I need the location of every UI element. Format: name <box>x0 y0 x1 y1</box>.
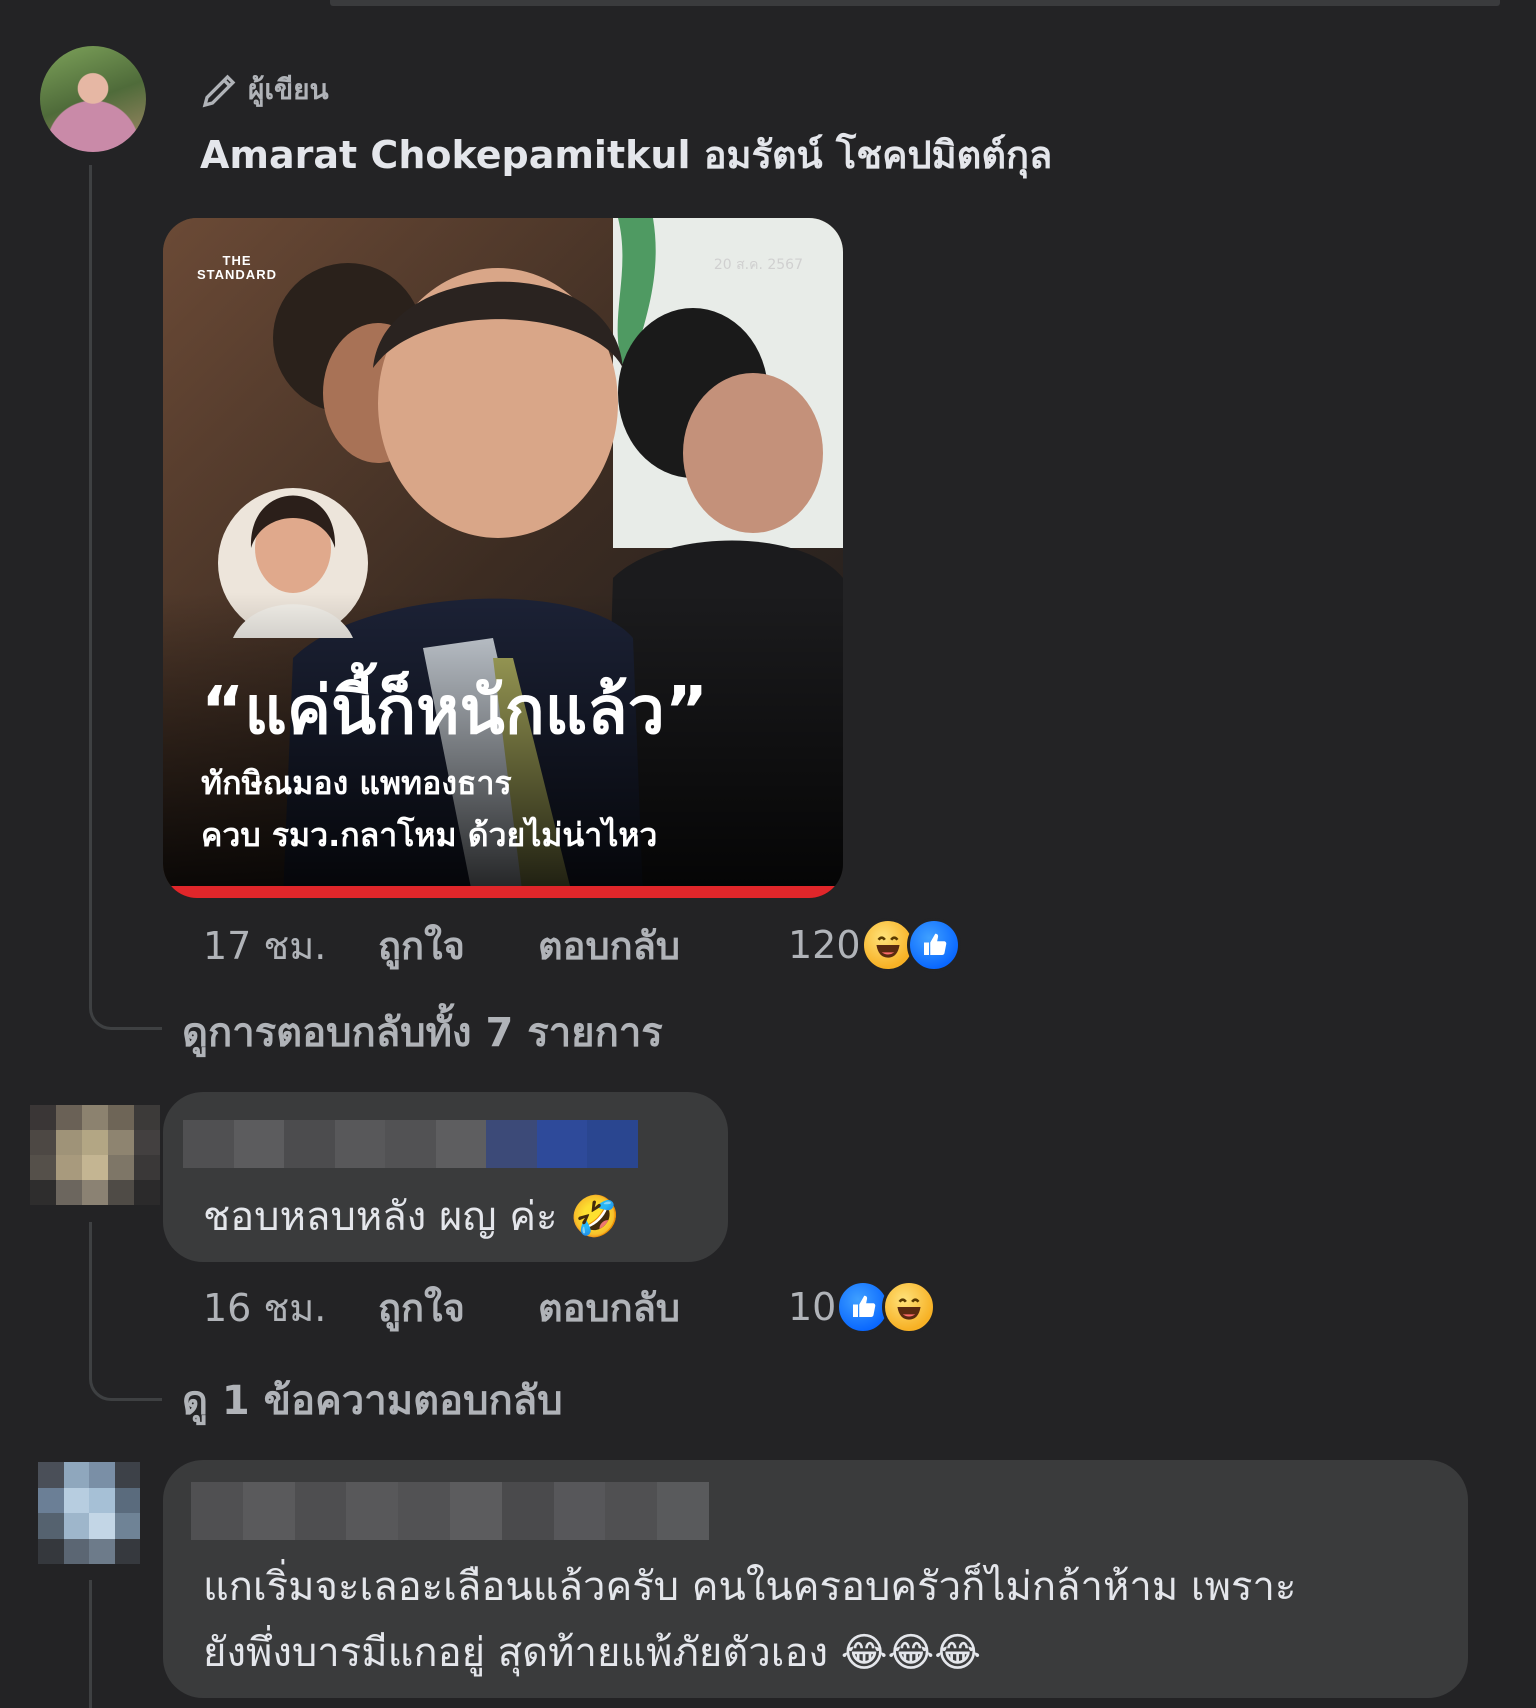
comment-actions: 16 ชม. ถูกใจ ตอบกลับ 10 <box>203 1277 937 1338</box>
comment-text-line-1: แกเริ่มจะเลอะเลือนแล้วครับ คนในครอบครัวก… <box>203 1564 1297 1610</box>
news-date: 20 ส.ค. 2567 <box>713 257 803 273</box>
reply-button[interactable]: ตอบกลับ <box>538 915 788 976</box>
comment-author-name[interactable]: Amarat Chokepamitkul อมรัตน์ โชคปมิตต์กุ… <box>200 124 1052 185</box>
comment-actions: 17 ชม. ถูกใจ ตอบกลับ 120 <box>203 915 961 975</box>
news-brand-logo: THE STANDARD <box>197 253 277 282</box>
reply-thread-line <box>89 1222 162 1401</box>
reactions-count: 10 <box>788 1285 837 1329</box>
view-replies-link[interactable]: ดูการตอบกลับทั้ง 7 รายการ <box>182 1000 663 1064</box>
reactions-summary[interactable]: 120 <box>788 918 961 972</box>
commenter-avatar-blurred[interactable] <box>38 1462 140 1564</box>
like-button[interactable]: ถูกใจ <box>378 1277 538 1338</box>
pencil-icon <box>202 74 236 108</box>
reply-thread-line <box>89 165 162 1030</box>
commenter-avatar-blurred[interactable] <box>30 1105 160 1205</box>
reactions-count: 120 <box>788 923 861 967</box>
comment-timestamp[interactable]: 17 ชม. <box>203 915 378 976</box>
news-headline: “แค่นี้ก็หนักแล้ว” <box>201 672 709 749</box>
commenter-name-blurred[interactable] <box>191 1482 709 1540</box>
like-reaction-icon <box>906 918 961 972</box>
comment-bubble: แกเริ่มจะเลอะเลือนแล้วครับ คนในครอบครัวก… <box>163 1460 1468 1698</box>
reactions-summary[interactable]: 10 <box>788 1280 937 1334</box>
like-button[interactable]: ถูกใจ <box>378 915 538 976</box>
news-subline-2: ควบ รมว.กลาโหม ด้วยไม่น่าไหว <box>201 816 658 854</box>
attached-news-image[interactable]: THE STANDARD 20 ส.ค. 2567 “แค่นี้ก็หนักแ… <box>163 218 843 898</box>
comment-text-line-2: ยังพึ่งบารมีแกอยู่ สุดท้ายแพ้ภัยตัวเอง 😂… <box>203 1630 981 1676</box>
author-badge-label: ผู้เขียน <box>248 73 329 106</box>
comment-bubble: ชอบหลบหลัง ผญ ค่ะ 🤣 <box>163 1092 728 1262</box>
author-badge: ผู้เขียน <box>200 68 329 112</box>
view-replies-link[interactable]: ดู 1 ข้อความตอบกลับ <box>182 1368 563 1432</box>
author-avatar[interactable] <box>40 46 146 152</box>
reply-thread-line <box>89 1580 92 1708</box>
previous-comment-bubble-edge <box>330 0 1500 6</box>
reply-button[interactable]: ตอบกลับ <box>538 1277 788 1338</box>
news-subline-1: ทักษิณมอง แพทองธาร <box>201 764 512 802</box>
comment-timestamp[interactable]: 16 ชม. <box>203 1277 378 1338</box>
haha-reaction-icon <box>882 1280 937 1334</box>
comment-text: ชอบหลบหลัง ผญ ค่ะ 🤣 <box>203 1194 620 1240</box>
commenter-name-blurred[interactable] <box>183 1120 638 1168</box>
